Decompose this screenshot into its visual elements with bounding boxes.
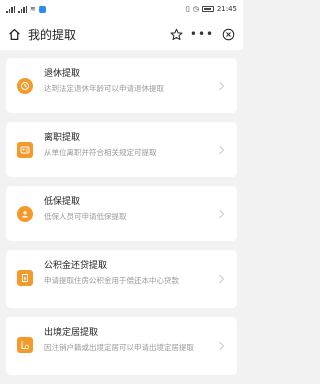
close-icon[interactable] [219,25,237,43]
page-title: 我的提取 [28,27,77,42]
item-description: 达到法定退休年龄可以申请退休提取 [44,84,164,93]
item-title: 退休提取 [44,69,81,79]
clock-time: 21:45 [216,5,237,13]
chevron-right-icon [219,145,225,154]
item-title: 出境定居提取 [44,328,99,338]
wifi-icon: ≋ [30,5,36,13]
loan-document-icon [17,270,33,286]
clock-user-icon [17,78,33,94]
item-title: 公积金还贷提取 [44,261,108,271]
home-icon[interactable] [6,26,22,42]
item-description: 申请提取住房公积金用于偿还本中心贷款 [44,276,179,285]
status-bar: ≋ ▯ ◷ 21:45 [0,0,243,18]
chevron-right-icon [219,209,225,218]
item-title: 低保提取 [44,197,81,207]
app-header: 我的提取 ••• [0,18,243,50]
id-card-icon [17,142,33,158]
signal-icon [6,5,15,13]
alarm-icon: ◷ [192,5,199,13]
item-description: 低保人员可申请低保提取 [44,212,127,221]
status-right: ▯ ◷ 21:45 [186,5,237,13]
item-description: 从单位离职并符合相关规定可提取 [44,148,157,157]
star-icon[interactable] [167,25,185,43]
list-item-resignation[interactable]: 离职提取 从单位离职并符合相关规定可提取 [6,122,237,177]
chevron-right-icon [219,81,225,90]
status-left: ≋ [6,5,46,13]
list-item-retirement[interactable]: 退休提取 达到法定退休年龄可以申请退休提取 [6,58,237,113]
chevron-right-icon [219,274,225,284]
list-item-low-income[interactable]: 低保提取 低保人员可申请低保提取 [6,186,237,241]
signal-2-icon [18,5,27,13]
more-icon[interactable]: ••• [190,25,213,43]
item-title: 离职提取 [44,133,81,143]
passport-icon [17,337,33,353]
app-notification-icon [38,5,46,13]
person-shield-icon [17,206,33,222]
item-description: 因注销户籍或出境定居可以申请出境定居提取 [44,343,194,352]
vibrate-icon: ▯ [185,5,190,13]
list-item-loan-repayment[interactable]: 公积金还贷提取 申请提取住房公积金用于偿还本中心贷款 [6,250,237,308]
battery-icon [201,6,214,12]
list-item-emigration[interactable]: 出境定居提取 因注销户籍或出境定居可以申请出境定居提取 [6,317,237,375]
chevron-right-icon [219,341,225,351]
extraction-list: 退休提取 达到法定退休年龄可以申请退休提取 离职提取 从单位离职并符合相关规定可… [6,58,237,384]
